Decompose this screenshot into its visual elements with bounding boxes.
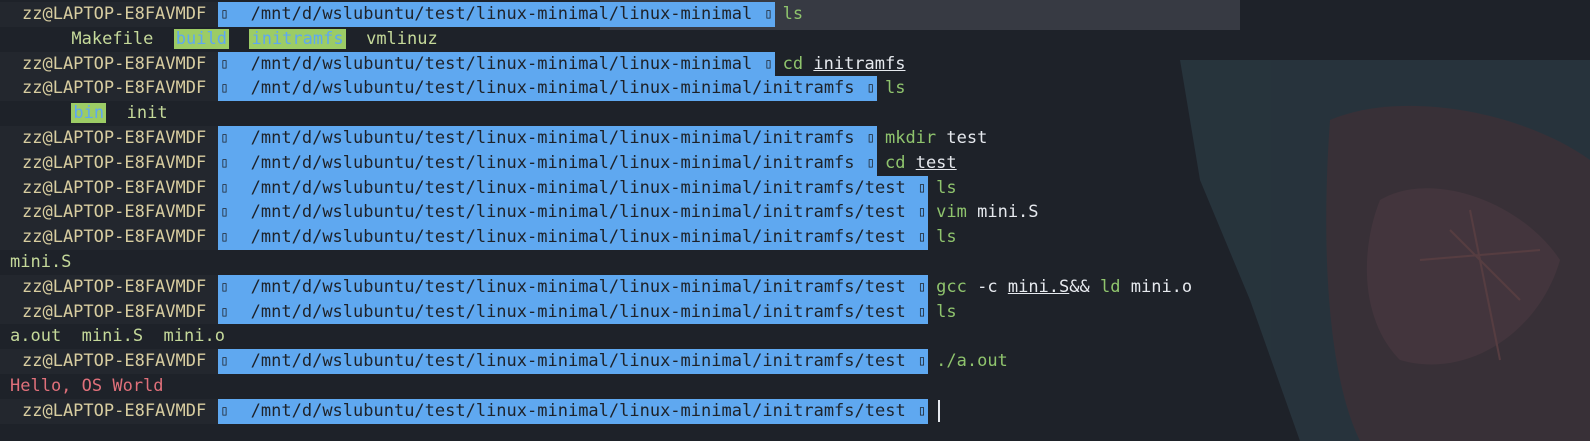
- command: gcc: [936, 276, 967, 297]
- command: ls: [936, 301, 957, 322]
- branch-icon: ▯: [915, 274, 929, 300]
- command: mkdir: [884, 127, 937, 148]
- branch-icon: ▯: [915, 225, 929, 250]
- command-arg: mini.S: [977, 202, 1039, 223]
- command-arg: mini.S: [1007, 276, 1070, 297]
- branch-icon: ▯: [218, 150, 231, 176]
- command: cd: [782, 53, 804, 74]
- command: ls: [782, 4, 804, 24]
- prompt-user: zz@LAPTOP-E8FAVMDF: [0, 175, 219, 201]
- branch-icon: ▯: [762, 51, 775, 77]
- output-item: bin: [71, 103, 107, 124]
- command-output: mini.S: [0, 250, 1590, 275]
- branch-icon: ▯: [218, 398, 231, 424]
- prompt-user: zz@LAPTOP-E8FAVMDF: [0, 274, 219, 300]
- branch-icon: ▯: [915, 200, 929, 226]
- command-arg: test: [946, 127, 988, 148]
- branch-icon: ▯: [218, 274, 231, 300]
- prompt-user: zz@LAPTOP-E8FAVMDF: [0, 349, 219, 374]
- prompt-line: zz@LAPTOP-E8FAVMDF ▯ /mnt/d/wslubuntu/te…: [0, 274, 1590, 300]
- prompt-path: /mnt/d/wslubuntu/test/linux-minimal/linu…: [230, 175, 916, 201]
- command: ls: [936, 227, 957, 248]
- branch-icon: ▯: [218, 200, 231, 226]
- prompt-user: zz@LAPTOP-E8FAVMDF: [0, 299, 219, 325]
- prompt-path: /mnt/d/wslubuntu/test/linux-minimal/linu…: [230, 225, 916, 250]
- prompt-user: zz@LAPTOP-E8FAVMDF: [0, 225, 219, 250]
- branch-icon: ▯: [864, 76, 877, 102]
- command-arg: mini.o: [1130, 276, 1193, 297]
- program-output: Hello, OS World: [10, 375, 164, 396]
- command: ls: [884, 78, 906, 99]
- prompt-user: zz@LAPTOP-E8FAVMDF: [0, 398, 219, 424]
- branch-icon: ▯: [915, 175, 929, 201]
- command: ld: [1100, 276, 1121, 297]
- branch-icon: ▯: [915, 398, 929, 424]
- command-output: bin init: [0, 101, 1590, 126]
- prompt-line: zz@LAPTOP-E8FAVMDF ▯ /mnt/d/wslubuntu/te…: [0, 76, 1590, 102]
- output-item: build: [173, 28, 229, 49]
- prompt-line: zz@LAPTOP-E8FAVMDF ▯ /mnt/d/wslubuntu/te…: [0, 200, 1590, 226]
- active-prompt-line[interactable]: zz@LAPTOP-E8FAVMDF ▯ /mnt/d/wslubuntu/te…: [0, 398, 1590, 424]
- branch-icon: ▯: [864, 150, 877, 176]
- prompt-line: zz@LAPTOP-E8FAVMDF ▯ /mnt/d/wslubuntu/te…: [0, 125, 1590, 151]
- prompt-line: zz@LAPTOP-E8FAVMDF ▯ /mnt/d/wslubuntu/te…: [0, 51, 1590, 77]
- branch-icon: ▯: [218, 225, 231, 250]
- output-item: init: [126, 103, 168, 124]
- prompt-line: zz@LAPTOP-E8FAVMDF ▯ /mnt/d/wslubuntu/te…: [0, 299, 1590, 325]
- prompt-user: zz@LAPTOP-E8FAVMDF: [0, 125, 219, 151]
- prompt-path: /mnt/d/wslubuntu/test/linux-minimal/linu…: [230, 299, 916, 325]
- prompt-path: /mnt/d/wslubuntu/test/linux-minimal/linu…: [230, 349, 916, 374]
- command-output: Hello, OS World: [0, 374, 1590, 399]
- command-arg: test: [915, 152, 957, 173]
- branch-icon: ▯: [915, 299, 929, 325]
- prompt-user: zz@LAPTOP-E8FAVMDF: [0, 150, 219, 176]
- branch-icon: ▯: [218, 299, 231, 325]
- command-arg: &&: [1069, 276, 1090, 297]
- output-item: Makefile: [71, 28, 154, 49]
- prompt-user: zz@LAPTOP-E8FAVMDF: [0, 51, 219, 77]
- terminal-output[interactable]: zz@LAPTOP-E8FAVMDF ▯ /mnt/d/wslubuntu/te…: [0, 2, 1590, 424]
- prompt-path: /mnt/d/wslubuntu/test/linux-minimal/linu…: [230, 150, 865, 176]
- text-cursor[interactable]: [938, 400, 940, 423]
- branch-icon: ▯: [218, 76, 231, 102]
- branch-icon: ▯: [218, 51, 231, 77]
- prompt-path: /mnt/d/wslubuntu/test/linux-minimal/linu…: [230, 200, 916, 226]
- prompt-user: zz@LAPTOP-E8FAVMDF: [0, 200, 219, 226]
- command-arg: -c: [977, 276, 998, 297]
- command-output: a.out mini.S mini.o: [0, 324, 1590, 349]
- output-item: a.out mini.S mini.o: [10, 326, 225, 347]
- command-output: Makefile build initramfs vmlinuz: [0, 27, 1590, 52]
- prompt-line: zz@LAPTOP-E8FAVMDF ▯ /mnt/d/wslubuntu/te…: [0, 175, 1590, 201]
- output-item: vmlinuz: [366, 28, 438, 49]
- output-item: mini.S: [10, 251, 72, 272]
- prompt-path: /mnt/d/wslubuntu/test/linux-minimal/linu…: [230, 76, 865, 102]
- command: vim: [936, 202, 967, 223]
- command-arg: initramfs: [813, 53, 906, 74]
- prompt-path: /mnt/d/wslubuntu/test/linux-minimal/linu…: [230, 398, 916, 424]
- prompt-path: /mnt/d/wslubuntu/test/linux-minimal/linu…: [230, 274, 916, 300]
- prompt-path: /mnt/d/wslubuntu/test/linux-minimal/linu…: [230, 125, 865, 151]
- branch-icon: ▯: [218, 125, 231, 151]
- prompt-line: zz@LAPTOP-E8FAVMDF ▯ /mnt/d/wslubuntu/te…: [0, 150, 1590, 176]
- prompt-path: /mnt/d/wslubuntu/test/linux-minimal/linu…: [230, 51, 763, 77]
- branch-icon: ▯: [762, 2, 775, 27]
- command: ./a.out: [936, 351, 1008, 372]
- prompt-line: zz@LAPTOP-E8FAVMDF ▯ /mnt/d/wslubuntu/te…: [0, 225, 1590, 250]
- output-item: initramfs: [249, 28, 346, 49]
- branch-icon: ▯: [864, 125, 877, 151]
- command: cd: [884, 152, 906, 173]
- branch-icon: ▯: [218, 349, 231, 374]
- branch-icon: ▯: [915, 349, 929, 374]
- prompt-line: zz@LAPTOP-E8FAVMDF ▯ /mnt/d/wslubuntu/te…: [0, 349, 1590, 374]
- branch-icon: ▯: [218, 175, 231, 201]
- command: ls: [936, 177, 957, 198]
